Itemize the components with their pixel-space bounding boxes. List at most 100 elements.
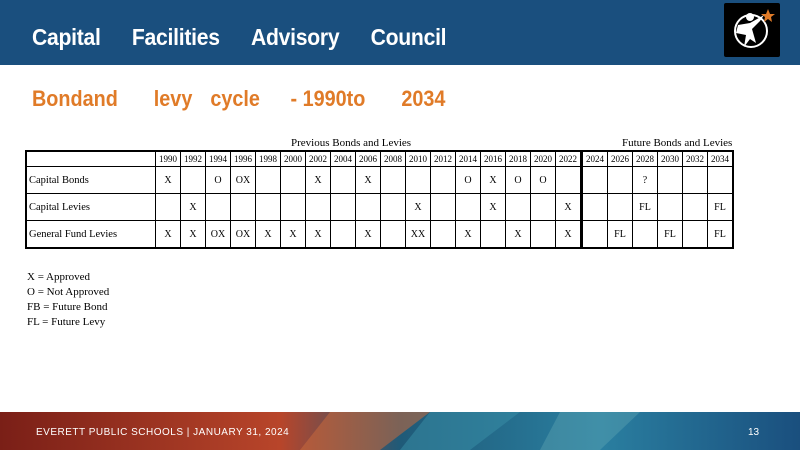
table-cell — [255, 166, 281, 194]
table-cell — [380, 220, 406, 249]
subtitle-word: Bondand — [32, 86, 118, 111]
year-header: 2000 — [280, 150, 306, 167]
table-cell: X — [155, 166, 181, 194]
row-label: Capital Levies — [25, 193, 156, 221]
table-cell — [305, 193, 331, 221]
school-logo-icon — [724, 3, 780, 57]
table-cell — [330, 193, 356, 221]
table-cell — [580, 193, 608, 221]
table-cell — [682, 220, 708, 249]
table-cell — [580, 166, 608, 194]
table-cell: FL — [607, 220, 633, 249]
table-row: Capital Bonds X O OX X X O X O O? — [25, 166, 734, 194]
row-header-blank — [25, 150, 156, 167]
subtitle-word: - 1990to — [290, 86, 366, 111]
legend-item: X = Approved — [27, 271, 91, 283]
subtitle-word: cycle — [210, 86, 260, 111]
table-cell: X — [255, 220, 281, 249]
footer-text: EVERETT PUBLIC SCHOOLS | JANUARY 31, 202… — [36, 427, 290, 438]
table-cell: X — [180, 193, 206, 221]
subtitle-word: 2034 — [401, 86, 446, 111]
table-cell — [607, 166, 633, 194]
table-cell: OX — [205, 220, 231, 249]
table-cell — [205, 193, 231, 221]
subtitle-word: levy — [153, 86, 193, 111]
header-bar: Capital Facilities Advisory Council — [0, 0, 800, 65]
year-header: 1994 — [205, 150, 231, 167]
year-header: 2002 — [305, 150, 331, 167]
year-header: 2032 — [682, 150, 708, 167]
future-bonds-label: Future Bonds and Levies — [622, 137, 733, 149]
year-header: 2024 — [580, 150, 608, 167]
year-header: 2030 — [657, 150, 683, 167]
table-cell — [555, 166, 582, 194]
year-header: 1996 — [230, 150, 256, 167]
legend-item: O = Not Approved — [27, 286, 110, 298]
table-cell — [230, 193, 256, 221]
year-header: 2006 — [355, 150, 381, 167]
table-cell: X — [180, 220, 206, 249]
table-cell — [155, 193, 181, 221]
table-cell: XX — [405, 220, 431, 249]
page-number: 13 — [748, 427, 760, 438]
table-cell: OX — [230, 220, 256, 249]
table-cell — [657, 193, 683, 221]
year-header: 2028 — [632, 150, 658, 167]
table-cell: X — [480, 166, 506, 194]
table-cell: ? — [632, 166, 658, 194]
table-cell: O — [505, 166, 531, 194]
table-cell: O — [455, 166, 481, 194]
table-cell — [280, 193, 306, 221]
table-cell — [632, 220, 658, 249]
legend: X = Approved O = Not Approved FB = Futur… — [27, 270, 109, 330]
table-row: General Fund Levies X X OX OX X X X X XX X X X FL FL FL — [25, 220, 734, 249]
year-header-row: 1990 1992 1994 1996 1998 2000 2002 2004 2006 2008… — [25, 150, 734, 167]
year-header: 1998 — [255, 150, 281, 167]
table-cell: X — [305, 220, 331, 249]
table-cell: X — [355, 220, 381, 249]
table-cell — [682, 193, 708, 221]
table-cell: X — [455, 220, 481, 249]
table-cell: FL — [632, 193, 658, 221]
table-cell — [682, 166, 708, 194]
table-cell: O — [530, 166, 556, 194]
table-cell: X — [555, 220, 582, 249]
year-header: 2010 — [405, 150, 431, 167]
year-header: 2004 — [330, 150, 356, 167]
year-header: 2026 — [607, 150, 633, 167]
table-cell — [657, 166, 683, 194]
table-cell — [530, 220, 556, 249]
table-cell: X — [355, 166, 381, 194]
table-cell: OX — [230, 166, 256, 194]
row-label: General Fund Levies — [25, 220, 156, 249]
table-cell: FL — [707, 220, 734, 249]
table-cell: FL — [657, 220, 683, 249]
title-word: Facilities — [131, 24, 220, 50]
table-cell — [280, 166, 306, 194]
table-cell: X — [405, 193, 431, 221]
table-cell: X — [480, 193, 506, 221]
table-cell — [430, 193, 456, 221]
page-title: Capital Facilities Advisory Council — [32, 24, 478, 51]
table-cell — [430, 166, 456, 194]
previous-bonds-label: Previous Bonds and Levies — [291, 137, 412, 149]
table-cell: X — [555, 193, 582, 221]
table-cell — [380, 166, 406, 194]
year-header: 2034 — [707, 150, 734, 167]
table-cell — [330, 166, 356, 194]
slide-subtitle: Bondand levy cycle - 1990to 2034 — [32, 86, 481, 112]
legend-item: FB = Future Bond — [27, 301, 108, 313]
year-header: 1992 — [180, 150, 206, 167]
table-cell: X — [155, 220, 181, 249]
table-cell — [707, 166, 734, 194]
table-cell: X — [505, 220, 531, 249]
year-header: 1990 — [155, 150, 181, 167]
table-cell — [180, 166, 206, 194]
title-word: Capital — [32, 24, 101, 50]
table-cell — [430, 220, 456, 249]
table-cell — [480, 220, 506, 249]
table-row: Capital Levies X X X X FL FL — [25, 193, 734, 221]
table-cell — [255, 193, 281, 221]
row-label: Capital Bonds — [25, 166, 156, 194]
table-cell — [607, 193, 633, 221]
